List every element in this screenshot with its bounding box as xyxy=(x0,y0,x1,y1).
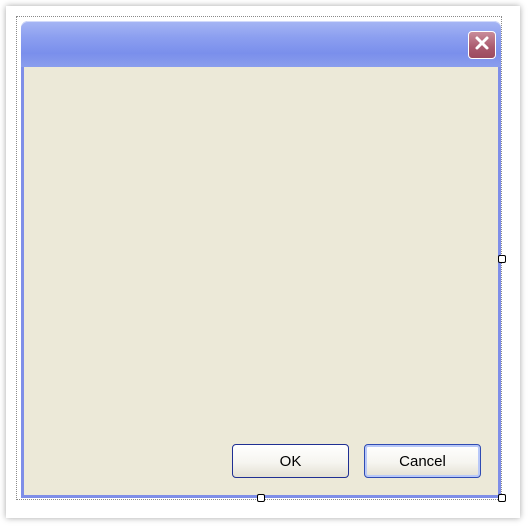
close-button[interactable] xyxy=(468,31,496,59)
resize-handle-bottom[interactable] xyxy=(257,494,265,502)
close-icon xyxy=(474,35,490,56)
resize-handle-right[interactable] xyxy=(498,255,506,263)
title-bar[interactable] xyxy=(21,21,501,67)
ok-button[interactable]: OK xyxy=(232,444,349,478)
ok-button-label: OK xyxy=(279,452,302,470)
dialog-client-area: OK Cancel xyxy=(24,67,498,495)
cancel-button[interactable]: Cancel xyxy=(364,444,481,478)
dialog-window: OK Cancel xyxy=(21,21,501,498)
cancel-button-label: Cancel xyxy=(399,452,446,470)
resize-handle-corner[interactable] xyxy=(498,494,506,502)
